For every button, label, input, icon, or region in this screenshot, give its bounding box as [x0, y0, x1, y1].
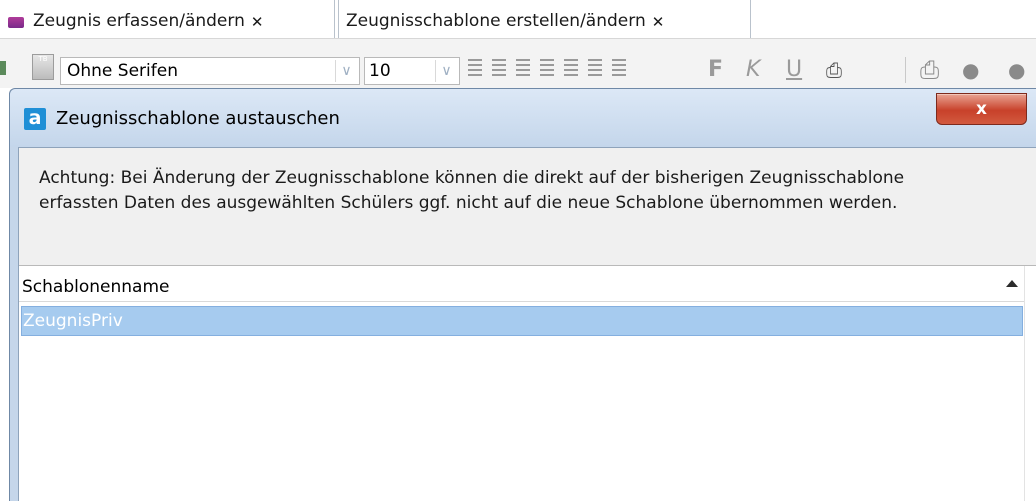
tab-divider [750, 0, 751, 38]
bulb-icon[interactable]: ● [1008, 59, 1025, 81]
app-logo-icon: a [24, 108, 46, 130]
tab-zeugnisschablone-erstellen[interactable]: Zeugnisschablone erstellen/ändern ✕ [338, 0, 750, 38]
font-size-value: 10 [369, 61, 391, 81]
table-row[interactable]: ZeugnisPriv [21, 306, 1023, 336]
close-icon: x [976, 99, 987, 119]
column-header-schablonenname[interactable]: Schablonenname [19, 266, 1024, 302]
grid-scrollbar[interactable] [1024, 266, 1036, 501]
tab-close-icon[interactable]: ✕ [251, 13, 264, 31]
dialog-title: Zeugnisschablone austauschen [56, 108, 340, 129]
column-header-label: Schablonenname [22, 277, 170, 297]
align-right-icon[interactable] [540, 59, 554, 81]
printer-icon[interactable]: ⎙ [920, 58, 939, 82]
toolbar-separator [905, 57, 906, 83]
sort-ascending-icon [1006, 280, 1018, 287]
dialog-content: Achtung: Bei Änderung der Zeugnisschablo… [18, 147, 1036, 501]
template-grid: Schablonenname ZeugnisPriv [19, 266, 1036, 501]
tab-label: Zeugnis erfassen/ändern [33, 11, 245, 31]
dialog-titlebar[interactable]: a Zeugnisschablone austauschen x [10, 89, 1036, 147]
align-left-icon[interactable] [468, 59, 482, 81]
template-name-cell: ZeugnisPriv [23, 311, 123, 331]
close-button[interactable]: x [936, 93, 1027, 125]
formatting-toolbar: TB Ohne Serifen ∨ 10 ∨ F K U ⎙ ⎙ ● ● [0, 38, 1036, 88]
font-size-select[interactable]: 10 ∨ [364, 57, 460, 85]
indent-icon[interactable] [564, 59, 578, 81]
align-justify-icon[interactable] [516, 59, 530, 81]
chevron-down-icon[interactable]: ∨ [335, 60, 357, 82]
tab-label: Zeugnisschablone erstellen/ändern [346, 11, 646, 31]
chevron-down-icon[interactable]: ∨ [435, 60, 457, 82]
print-preview-icon[interactable]: ⎙ [826, 59, 842, 81]
tab-close-icon[interactable]: ✕ [652, 13, 665, 31]
text-block-button[interactable]: TB [32, 54, 54, 80]
report-icon [8, 17, 24, 28]
outdent-icon[interactable] [588, 59, 602, 81]
tab-zeugnis-erfassen[interactable]: Zeugnis erfassen/ändern ✕ [0, 0, 332, 38]
warning-text: Achtung: Bei Änderung der Zeugnisschablo… [39, 168, 905, 213]
replace-template-dialog: a Zeugnisschablone austauschen x Achtung… [9, 88, 1036, 501]
list-icon[interactable] [612, 59, 626, 81]
eye-icon[interactable]: ● [962, 59, 979, 81]
font-family-value: Ohne Serifen [67, 61, 178, 81]
toolbar-edge-icon [0, 61, 6, 75]
font-family-select[interactable]: Ohne Serifen ∨ [60, 57, 360, 85]
tab-strip: Zeugnis erfassen/ändern ✕ Zeugnisschablo… [0, 0, 1036, 38]
italic-button[interactable]: K [746, 59, 760, 81]
align-center-icon[interactable] [492, 59, 506, 81]
tab-divider [334, 0, 335, 38]
bold-button[interactable]: F [708, 59, 723, 81]
underline-button[interactable]: U [786, 59, 802, 81]
warning-panel: Achtung: Bei Änderung der Zeugnisschablo… [19, 148, 1036, 266]
